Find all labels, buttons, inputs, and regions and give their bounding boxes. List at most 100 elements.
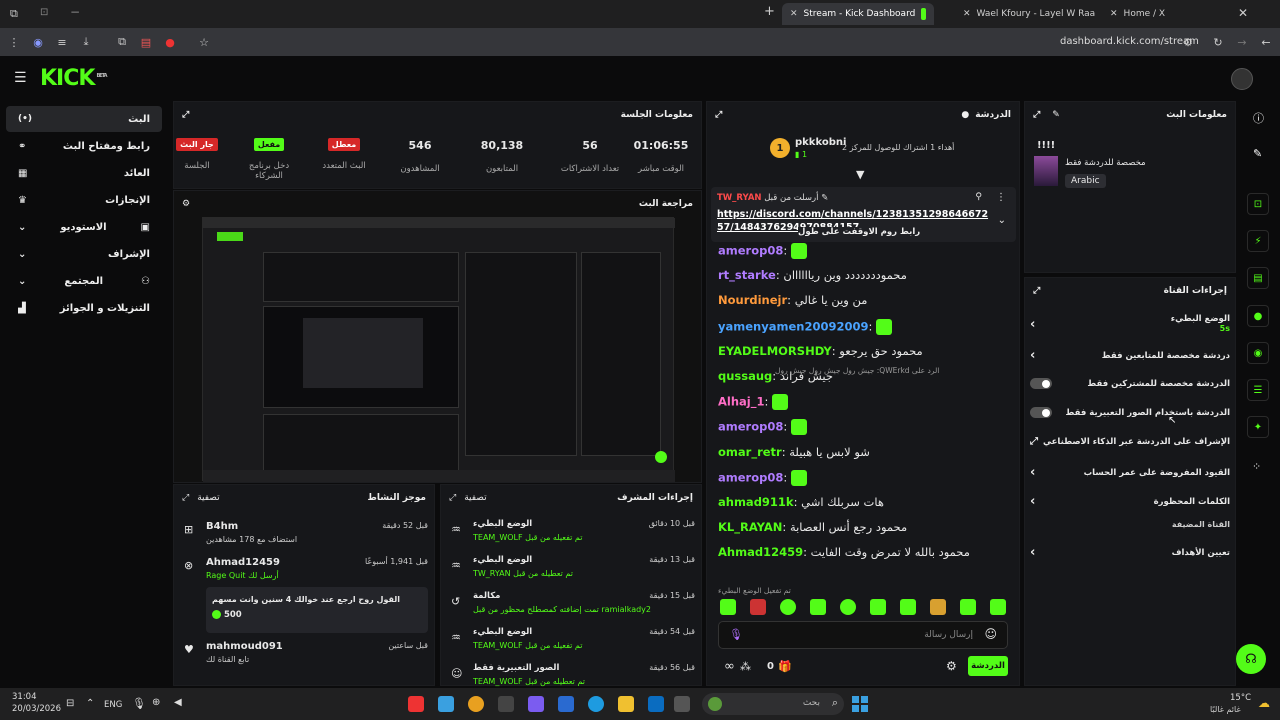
expand-icon[interactable]: ⤢ xyxy=(715,110,722,120)
emote-icon[interactable] xyxy=(870,599,886,615)
chat-username[interactable]: Alhaj_1 xyxy=(718,395,764,409)
avatar[interactable] xyxy=(1231,68,1253,90)
rail-button-layout[interactable]: ☰ xyxy=(1247,379,1269,401)
pinned-by-user[interactable]: TW_RYAN xyxy=(717,193,762,203)
taskbar-app-icon[interactable] xyxy=(408,696,424,712)
edit-icon[interactable]: ✎ xyxy=(1052,110,1060,120)
sidebar-item-achievements[interactable]: الإنجازات ♛ xyxy=(6,187,162,213)
chevron-down-icon[interactable]: ⌄ xyxy=(998,215,1006,226)
bookmark-star-icon[interactable]: ☆ xyxy=(196,34,212,50)
chat-username[interactable]: Nourdinejr xyxy=(718,293,787,307)
setting-subscribers-only[interactable]: الدردشة مخصصة للمشتركين فقط xyxy=(1030,378,1230,389)
tab-search-icon[interactable]: ⊡ xyxy=(40,7,48,18)
chat-input[interactable]: 🎙 إرسال رسالة ☺ xyxy=(718,621,1008,649)
rail-button-notes[interactable]: ▤ xyxy=(1247,267,1269,289)
emote-icon[interactable] xyxy=(900,599,916,615)
more-menu-icon[interactable]: ⋮ xyxy=(6,34,22,50)
emote-icon[interactable] xyxy=(810,599,826,615)
emoji-icon[interactable]: ☺ xyxy=(984,627,997,641)
sidebar-item-community[interactable]: ⚇ المجتمع ⌄ xyxy=(6,268,162,294)
setting-followers-only[interactable]: دردشة مخصصة للمتابعين فقط › xyxy=(1030,348,1230,363)
edit-icon[interactable]: ✎ xyxy=(1253,147,1262,160)
apps-icon[interactable]: ⁘ xyxy=(1252,460,1261,473)
rail-button-raid[interactable]: ⚡ xyxy=(1247,230,1269,252)
emote-icon[interactable] xyxy=(960,599,976,615)
volume-icon[interactable]: ◀ xyxy=(174,697,182,708)
adblock-icon[interactable]: ● xyxy=(162,34,178,50)
info-icon[interactable]: ⓘ xyxy=(1253,110,1264,126)
extensions-icon[interactable]: ⧉ xyxy=(114,34,130,50)
expand-icon[interactable]: ⤢ xyxy=(1033,286,1040,296)
expand-icon[interactable]: ⤢ xyxy=(1033,110,1040,120)
taskbar-app-icon[interactable] xyxy=(438,696,454,712)
emote-icon[interactable] xyxy=(990,599,1006,615)
infinity-icon[interactable]: ∞ xyxy=(724,659,735,674)
chat-emote-icon[interactable] xyxy=(790,469,807,486)
subscribers-only-toggle[interactable] xyxy=(1030,378,1052,389)
pin-icon[interactable]: ⚲ xyxy=(975,192,982,202)
tab-youtube[interactable]: ✕ Wael Kfoury - Layel W Raad xyxy=(955,3,1095,25)
notification-icon[interactable]: ⊟ xyxy=(66,698,74,709)
chat-username[interactable]: yamenyamen20092009 xyxy=(718,319,868,333)
tab-kick-dashboard[interactable]: ✕ Stream - Kick Dashboard xyxy=(782,3,934,25)
filter-button[interactable]: تصفية xyxy=(197,493,219,503)
chat-username[interactable]: ahmad911k xyxy=(718,495,794,509)
send-button[interactable]: الدردشة xyxy=(968,656,1008,676)
hamburger-menu-icon[interactable]: ☰ xyxy=(14,70,27,86)
url-text[interactable]: dashboard.kick.com/stream xyxy=(1060,36,1199,47)
file-explorer-icon[interactable] xyxy=(618,696,634,712)
category-name[interactable]: مخصصة للدردشة فقط xyxy=(1065,158,1146,168)
forward-icon[interactable]: → xyxy=(1234,34,1250,50)
new-tab-icon[interactable]: + xyxy=(764,4,775,19)
edge-icon[interactable] xyxy=(588,696,604,712)
site-settings-icon[interactable]: ⚙ xyxy=(1180,34,1196,50)
collapse-icon[interactable]: ▼ xyxy=(856,168,864,181)
more-options-icon[interactable]: ⋮ xyxy=(996,192,1006,203)
setting-account-age[interactable]: القيود المفروضة على عمر الحساب › xyxy=(1030,465,1230,480)
rail-button-broadcast[interactable]: ◉ xyxy=(1247,342,1269,364)
chat-emote-icon[interactable] xyxy=(772,394,789,411)
chrome-icon[interactable] xyxy=(468,696,484,712)
chat-username[interactable]: KL_RAYAN xyxy=(718,520,782,534)
expand-icon[interactable]: ⤢ xyxy=(449,493,456,503)
microphone-icon[interactable]: 🎙 xyxy=(132,697,146,710)
chat-username[interactable]: EYADELMORSHDY xyxy=(718,344,832,358)
expand-icon[interactable]: ⤢ xyxy=(182,110,189,120)
rail-button-chat[interactable]: ● xyxy=(1247,305,1269,327)
download-icon[interactable]: ⤓ xyxy=(78,34,94,50)
kick-logo[interactable]: KICK BETA xyxy=(40,66,108,91)
emote-icon[interactable] xyxy=(780,599,796,615)
chat-username[interactable]: omar_retr xyxy=(718,445,782,459)
extension-icon[interactable]: ◉ xyxy=(30,34,46,50)
sidebar-item-revenue[interactable]: العائد ▦ xyxy=(6,160,162,186)
setting-emotes-only[interactable]: الدردشة باستخدام الصور التعبيرية فقط xyxy=(1030,407,1230,418)
gift-icon[interactable]: 🎁 xyxy=(778,660,792,673)
chat-username[interactable]: amerop08 xyxy=(718,420,783,434)
rail-button-clip[interactable]: ⊡ xyxy=(1247,193,1269,215)
setting-banned-words[interactable]: الكلمات المحظورة › xyxy=(1030,494,1230,509)
sidebar-item-drops[interactable]: التنزيلات و الجوائز ▟ xyxy=(6,295,162,321)
close-icon[interactable]: ✕ xyxy=(790,9,798,19)
close-icon[interactable]: ✕ xyxy=(963,9,971,19)
back-icon[interactable]: ← xyxy=(1258,34,1274,50)
setting-ai-moderation[interactable]: الإشراف على الدردشة عبر الذكاء الاصطناعي… xyxy=(1030,436,1230,447)
settings-icon[interactable]: ⚙ xyxy=(946,659,957,673)
taskbar-app-icon[interactable] xyxy=(558,696,574,712)
help-button[interactable]: ☊ xyxy=(1236,644,1266,674)
sidebar-item-stream-key[interactable]: رابط ومفتاح البث ⚭ xyxy=(6,133,162,159)
chevron-up-icon[interactable]: ⌃ xyxy=(86,698,94,709)
taskbar-app-icon[interactable] xyxy=(498,696,514,712)
taskbar-search[interactable]: بحث ⌕ xyxy=(702,693,844,715)
top-gifter-name[interactable]: pkkkobni xyxy=(795,137,846,148)
reload-icon[interactable]: ↻ xyxy=(1210,34,1226,50)
chat-username[interactable]: rt_starke xyxy=(718,268,776,282)
sidebar-item-moderation[interactable]: الإشراف ⌄ xyxy=(6,241,162,267)
microphone-icon[interactable]: 🎙 xyxy=(729,628,743,641)
discord-icon[interactable] xyxy=(528,696,544,712)
chat-username[interactable]: qussaug xyxy=(718,369,772,383)
emotes-only-toggle[interactable] xyxy=(1030,407,1052,418)
rail-button-mod[interactable]: ✦ xyxy=(1247,416,1269,438)
chat-username[interactable]: Ahmad12459 xyxy=(718,545,803,559)
close-icon[interactable]: ✕ xyxy=(1110,9,1118,19)
chat-emote-icon[interactable] xyxy=(790,419,807,436)
